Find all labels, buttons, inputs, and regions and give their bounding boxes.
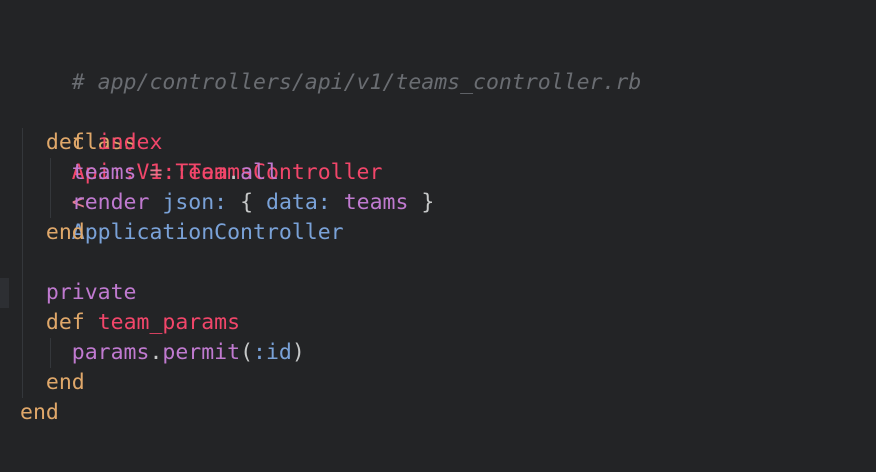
hash-key-data: data: [266, 190, 331, 215]
current-line-marker [0, 278, 9, 308]
code-line-end-def-2[interactable]: end [20, 368, 85, 398]
code-line-comment[interactable]: # app/controllers/api/v1/teams_controlle… [20, 38, 642, 95]
code-line-class[interactable]: class Api::V1::TeamsController < Applica… [20, 98, 383, 245]
paren-close: ) [291, 340, 305, 365]
keyword-end: end [20, 400, 59, 425]
constant-team: Team [175, 160, 228, 185]
code-line-private[interactable]: private [20, 278, 137, 308]
code-line-def-team-params[interactable]: def team_params [20, 308, 240, 338]
keyword-def: def [45, 130, 85, 155]
brace-close: } [421, 190, 435, 215]
code-line-render[interactable]: render json: { data: teams } [20, 188, 435, 218]
variable-teams: teams [71, 160, 137, 185]
file-path-comment: # app/controllers/api/v1/teams_controlle… [71, 70, 642, 95]
code-line-assign[interactable]: teams = Team.all [20, 158, 279, 188]
method-name-index: index [97, 130, 163, 155]
method-name-team-params: team_params [97, 310, 241, 335]
code-line-end-class[interactable]: end [20, 398, 59, 428]
assign-operator: = [149, 160, 163, 185]
hash-key-json: json: [162, 190, 228, 215]
receiver-params: params [71, 340, 150, 365]
keyword-def: def [45, 310, 85, 335]
keyword-end: end [45, 220, 85, 245]
brace-open: { [240, 190, 254, 215]
keyword-end: end [45, 370, 85, 395]
code-line-end-def[interactable]: end [20, 218, 85, 248]
paren-open: ( [240, 340, 254, 365]
code-line-permit[interactable]: params.permit(:id) [20, 338, 305, 368]
symbol-id: :id [253, 340, 292, 365]
code-editor[interactable]: # app/controllers/api/v1/teams_controlle… [0, 0, 876, 472]
parent-class-name: ApplicationController [71, 220, 344, 245]
method-call-permit: permit [162, 340, 241, 365]
method-call-render: render [71, 190, 150, 215]
dot-operator: . [149, 340, 163, 365]
dot-operator: . [227, 160, 241, 185]
code-line-def-index[interactable]: def index [20, 128, 163, 158]
keyword-private: private [45, 280, 137, 305]
method-call-all: all [240, 160, 279, 185]
variable-teams-ref: teams [343, 190, 409, 215]
